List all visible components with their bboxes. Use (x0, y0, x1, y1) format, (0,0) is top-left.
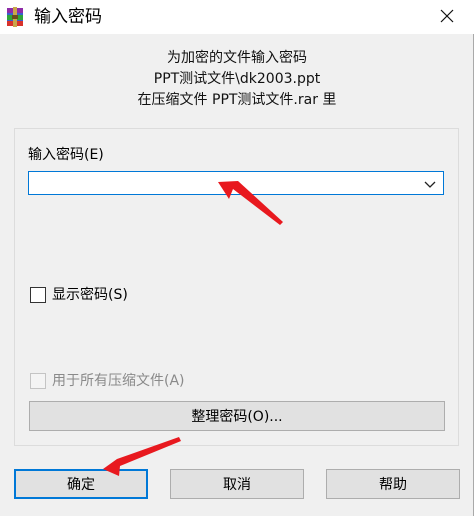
info-line-prompt: 为加密的文件输入密码 (167, 50, 307, 66)
show-password-label: 显示密码(S) (52, 287, 128, 303)
use-for-all-label: 用于所有压缩文件(A) (52, 373, 185, 389)
close-button[interactable] (420, 0, 474, 34)
use-for-all-checkbox: 用于所有压缩文件(A) (30, 372, 185, 390)
password-dialog: 输入密码 为加密的文件输入密码 PPT测试文件\dk2003.ppt 在压缩文件… (0, 0, 474, 516)
use-for-all-box (30, 373, 46, 389)
window-title: 输入密码 (34, 7, 102, 27)
info-line-file: PPT测试文件\dk2003.ppt (153, 71, 321, 87)
show-password-checkbox[interactable]: 显示密码(S) (30, 286, 128, 304)
password-label: 输入密码(E) (28, 147, 104, 163)
help-button[interactable]: 帮助 (326, 469, 460, 499)
chevron-down-icon (424, 174, 436, 193)
password-combobox[interactable] (28, 171, 444, 195)
password-dropdown-button[interactable] (419, 173, 441, 193)
show-password-box[interactable] (30, 287, 46, 303)
file-info: 为加密的文件输入密码 PPT测试文件\dk2003.ppt 在压缩文件 PPT测… (0, 48, 474, 111)
password-input[interactable] (29, 172, 417, 194)
winrar-icon (6, 7, 24, 27)
organize-passwords-button[interactable]: 整理密码(O)... (29, 401, 445, 431)
cancel-button[interactable]: 取消 (170, 469, 304, 499)
info-line-archive: 在压缩文件 PPT测试文件.rar 里 (137, 92, 337, 108)
ok-button[interactable]: 确定 (14, 469, 148, 499)
close-icon (440, 8, 454, 27)
title-bar: 输入密码 (0, 0, 474, 34)
